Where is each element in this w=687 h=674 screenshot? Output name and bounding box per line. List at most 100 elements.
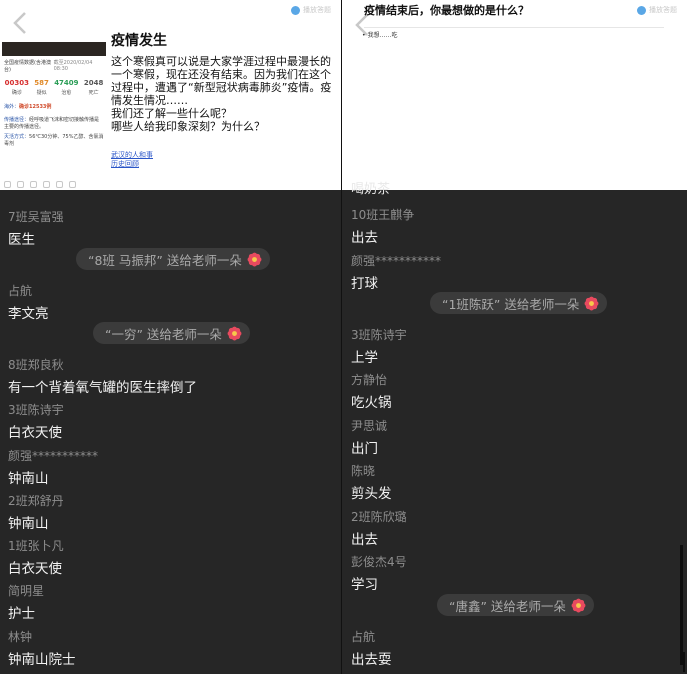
stat-label: 疑似 <box>36 90 47 96</box>
gift-text: “唐鑫” 送给老师一朵 <box>449 598 566 614</box>
sender-name: 2班郑舒丹 <box>8 494 64 508</box>
chat-message: 占航 李文亮 <box>8 282 49 322</box>
sender-name: 彭俊杰4号 <box>351 555 407 569</box>
toolbar-icon[interactable] <box>56 181 63 188</box>
corner-badge[interactable]: 播放答题 <box>291 5 331 15</box>
title-rule <box>364 27 664 28</box>
sender-name: 8班郑良秋 <box>8 358 64 372</box>
info-highlight: 确诊12533例 <box>19 104 52 110</box>
chat-message: 2班郑舒丹钟南山 <box>8 492 64 532</box>
chat-message: 颜强*********** 打球 <box>351 252 441 292</box>
sender-name: 3班陈诗宇 <box>8 403 64 417</box>
chat-message: 7班吴富强医生 <box>8 208 64 248</box>
chat-message: 8班郑良秋 有一个背着氧气罐的医生摔倒了 <box>8 356 197 396</box>
chat-message: 3班陈诗宇白衣天使 <box>8 401 64 441</box>
info-key: 灭活方式： <box>4 134 30 140</box>
message-text: 学习 <box>351 577 378 593</box>
toolbar-icon[interactable] <box>30 181 37 188</box>
sender-name: 7班吴富强 <box>8 210 64 224</box>
toolbar-icon[interactable] <box>17 181 24 188</box>
thumb-stat: 47409 治愈 <box>54 79 78 96</box>
message-text: 上学 <box>351 350 378 366</box>
stat-number: 47409 <box>54 79 79 87</box>
thumb-info-line: 海外：确诊12533例 <box>2 96 106 111</box>
flower-icon <box>584 296 599 310</box>
message-text: 出去耍 <box>351 652 392 668</box>
thumb-head-right: 截至2020/02/04 08:30 <box>53 60 93 72</box>
sender-name: 简明星 <box>8 584 45 598</box>
sender-name: 颜强*********** <box>8 449 99 463</box>
sender-name: 林钟 <box>8 630 33 644</box>
sender-name: 10班王麒争 <box>351 208 415 222</box>
right-panel: 疫情结束后，你最想做的是什么？ 播放答题 • 我想……吃 喝奶茶 10班王麒争 出去… <box>342 0 687 674</box>
message-text: 医生 <box>8 232 35 248</box>
slide-title: 疫情发生 <box>111 33 167 49</box>
slide-body: 这个寒假真可以说是大家学涯过程中最漫长的一个寒假，现在还没有结束。因为我们在这个… <box>111 55 332 133</box>
message-text: 钟南山 <box>8 516 49 532</box>
gift-text: “8班 马振邦” 送给老师一朵 <box>88 252 242 268</box>
info-key: 海外： <box>4 104 20 110</box>
sender-name: 2班陈欣璐 <box>351 510 407 524</box>
badge-icon <box>291 5 300 15</box>
gift-text: “1班陈跃” 送给老师一朵 <box>442 296 580 312</box>
gift-text: “一穷” 送给老师一朵 <box>105 326 222 342</box>
chat-message: 10班王麒争 出去 <box>351 206 414 246</box>
clipped-message-text: 喝奶茶 <box>351 182 391 197</box>
toolbar-icon[interactable] <box>43 181 50 188</box>
chat-message: 1班张卜凡白衣天使 <box>8 537 64 577</box>
sender-name: 方静怡 <box>351 373 388 387</box>
stat-number: 587 <box>34 79 49 87</box>
message-text: 钟南山院士 <box>8 652 76 668</box>
thumb-stat: 587 疑似 <box>34 79 49 96</box>
flower-icon <box>227 326 242 340</box>
toolbar-icon[interactable] <box>4 181 11 188</box>
thumb-head-left: 全国疫情数据(含港澳台) <box>4 60 51 73</box>
thumb-info-line: 传播途径：经呼吸道飞沫和密切接触传播是主要的传播途径。 <box>2 111 106 131</box>
toolbar-icon[interactable] <box>69 181 76 188</box>
message-text: 出去 <box>351 230 378 246</box>
gift-notice: “1班陈跃” 送给老师一朵 <box>430 292 608 314</box>
message-text: 李文亮 <box>8 306 49 322</box>
sender-name: 占航 <box>351 630 376 644</box>
sender-name: 陈晓 <box>351 464 376 478</box>
message-text: 白衣天使 <box>8 425 62 441</box>
chat-message: 尹思诚 出门 <box>351 417 387 457</box>
chat-message: 2班陈欣璐出去 <box>351 508 407 548</box>
chat-message: 林钟 钟南山院士 <box>8 628 76 668</box>
message-text: 钟南山 <box>8 471 49 487</box>
stat-number: 2048 <box>83 79 104 87</box>
link-history[interactable]: 历史回顾 <box>111 159 139 169</box>
thumb-stat: 2048 死亡 <box>84 79 103 96</box>
thumb-info-line: 灭活方式：56℃30分钟、75%乙醇、含氯消毒剂 <box>2 131 106 148</box>
message-text: 白衣天使 <box>8 561 62 577</box>
message-text: 出门 <box>351 441 378 457</box>
chat-message: 简明星 护士 <box>8 582 44 622</box>
flower-icon <box>247 252 262 266</box>
sender-name: 1班张卜凡 <box>8 539 64 553</box>
chat-message: 方静怡 吃火锅 <box>351 371 392 411</box>
message-text: 打球 <box>351 276 378 292</box>
sender-name: 颜强*********** <box>351 254 442 268</box>
stat-label: 死亡 <box>88 90 99 96</box>
message-text: 出去 <box>351 532 378 548</box>
back-arrow-icon[interactable] <box>10 10 30 36</box>
corner-badge[interactable]: 播放答题 <box>637 5 677 15</box>
sender-name: 尹思诚 <box>351 419 388 433</box>
corner-text: 播放答题 <box>649 6 677 14</box>
thumb-stats: 00303 确诊 587 疑似 47409 治愈 2048 死亡 <box>2 73 106 96</box>
chat-message: 彭俊杰4号学习 <box>351 553 407 593</box>
message-text: 剪头发 <box>351 486 392 502</box>
sender-name: 占航 <box>8 284 33 298</box>
slide-toolbar <box>4 181 76 188</box>
flower-icon <box>571 598 586 612</box>
chat-message: 颜强*********** 钟南山 <box>8 447 98 487</box>
chat-message: 占航 出去耍 <box>351 628 392 668</box>
stat-number: 00303 <box>4 79 29 87</box>
info-key: 传播途径： <box>4 117 30 123</box>
chat-message: 3班陈诗宇 上学 <box>351 326 407 366</box>
message-text: 护士 <box>8 606 35 622</box>
scrollbar-thumb[interactable] <box>683 652 685 672</box>
answer-text: • 我想……吃 <box>362 32 398 39</box>
epidemic-data-image: 全国疫情数据(含港澳台) 截至2020/02/04 08:30 00303 确诊 5… <box>2 42 106 172</box>
scrollbar[interactable] <box>680 545 683 665</box>
